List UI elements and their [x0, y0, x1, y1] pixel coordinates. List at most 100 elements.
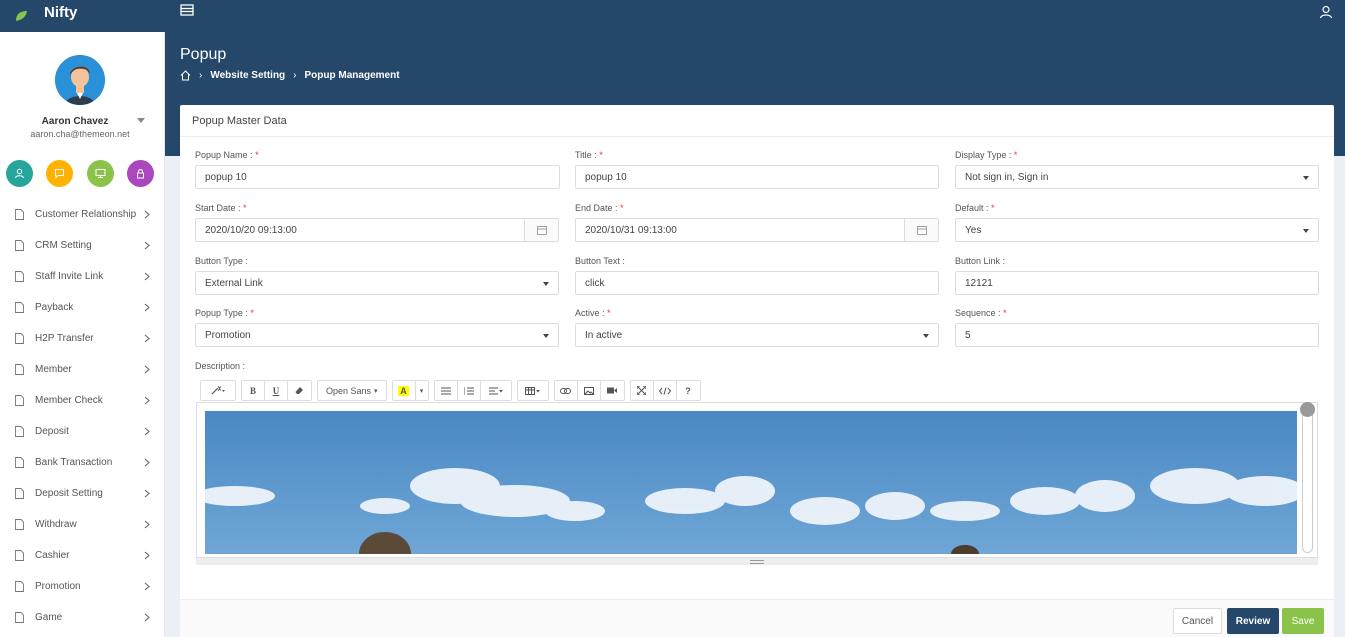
caret-down-icon — [1303, 176, 1309, 180]
description-label: Description : — [195, 361, 246, 371]
scrollbar-thumb[interactable] — [1300, 402, 1315, 417]
document-icon — [15, 240, 24, 251]
sidebar-item-label: Staff Invite Link — [35, 271, 104, 282]
save-button[interactable]: Save — [1282, 608, 1324, 634]
messages-shortcut-button[interactable] — [46, 160, 73, 187]
unordered-list-button[interactable] — [435, 381, 458, 400]
popup-type-select[interactable]: Promotion — [195, 323, 559, 347]
sidebar-item-deposit[interactable]: Deposit — [0, 416, 165, 447]
home-icon[interactable] — [180, 70, 191, 81]
chevron-right-icon — [144, 427, 150, 436]
brand[interactable]: Nifty — [0, 0, 165, 32]
sidebar-item-crm-setting[interactable]: CRM Setting — [0, 230, 165, 261]
document-icon — [15, 457, 24, 468]
sidebar-item-payback[interactable]: Payback — [0, 292, 165, 323]
user-name[interactable]: Aaron Chavez — [0, 116, 150, 127]
calendar-button[interactable] — [904, 219, 938, 241]
sidebar-item-promotion[interactable]: Promotion — [0, 571, 165, 602]
sidebar-item-label: Customer Relationship — [35, 209, 137, 220]
button-type-value: External Link — [205, 277, 263, 289]
insert-video-button[interactable] — [601, 381, 624, 400]
breadcrumb-website-setting[interactable]: Website Setting — [210, 70, 285, 81]
color-dropdown-button[interactable]: ▾ — [416, 381, 428, 400]
document-icon — [15, 581, 24, 592]
monitor-shortcut-button[interactable] — [87, 160, 114, 187]
active-value: In active — [585, 329, 623, 341]
highlight-color-button[interactable]: A — [393, 381, 416, 400]
sidebar: Aaron Chavez aaron.cha@themeon.net Custo… — [0, 32, 165, 637]
start-date-input[interactable]: 2020/10/20 09:13:00 — [195, 218, 559, 242]
chevron-right-icon — [144, 551, 150, 560]
chevron-right-icon — [144, 520, 150, 529]
user-menu-icon[interactable] — [1319, 5, 1333, 19]
resize-grip-icon[interactable] — [750, 560, 764, 564]
menu-toggle-icon[interactable] — [180, 4, 194, 16]
sidebar-item-withdraw[interactable]: Withdraw — [0, 509, 165, 540]
eraser-button[interactable] — [288, 381, 311, 400]
table-dropdown[interactable] — [518, 381, 548, 400]
end-date-input[interactable]: 2020/10/31 09:13:00 — [575, 218, 939, 242]
fullscreen-button[interactable] — [631, 381, 654, 400]
button-link-label: Button Link : — [955, 256, 1006, 266]
review-button[interactable]: Review — [1227, 608, 1279, 634]
sidebar-item-customer-relationship[interactable]: Customer Relationship — [0, 199, 165, 230]
monitor-icon — [95, 169, 106, 178]
chevron-right-icon — [144, 272, 150, 281]
default-label: Default : * — [955, 203, 995, 213]
help-button[interactable]: ? — [677, 381, 700, 400]
profile-shortcut-button[interactable] — [6, 160, 33, 187]
eraser-icon — [295, 387, 303, 394]
chevron-right-icon: › — [293, 70, 297, 81]
button-text-input[interactable]: click — [575, 271, 939, 295]
caret-down-icon[interactable] — [137, 118, 145, 123]
document-icon — [15, 426, 24, 437]
cancel-button[interactable]: Cancel — [1173, 608, 1222, 634]
insert-link-button[interactable] — [555, 381, 578, 400]
chat-icon — [55, 169, 64, 179]
sidebar-item-member[interactable]: Member — [0, 354, 165, 385]
paragraph-align-dropdown[interactable] — [481, 381, 511, 400]
document-icon — [15, 395, 24, 406]
sequence-input[interactable]: 5 — [955, 323, 1319, 347]
font-family-dropdown[interactable]: Open Sans ▾ — [318, 381, 386, 400]
sidebar-item-label: Promotion — [35, 581, 81, 592]
avatar[interactable] — [55, 55, 105, 105]
editor-resize-bar[interactable] — [196, 557, 1318, 565]
button-link-input[interactable]: 12121 — [955, 271, 1319, 295]
sidebar-item-staff-invite-link[interactable]: Staff Invite Link — [0, 261, 165, 292]
sidebar-item-game[interactable]: Game — [0, 602, 165, 633]
sidebar-item-member-check[interactable]: Member Check — [0, 385, 165, 416]
sidebar-item-label: Deposit Setting — [35, 488, 103, 499]
display-type-select[interactable]: Not sign in, Sign in — [955, 165, 1319, 189]
sidebar-item-label: H2P Transfer — [35, 333, 94, 344]
table-icon — [525, 386, 541, 395]
text-color-icon: A — [398, 385, 409, 396]
popup-name-input[interactable]: popup 10 — [195, 165, 560, 189]
code-icon — [658, 386, 671, 395]
ordered-list-button[interactable] — [458, 381, 481, 400]
bold-button[interactable]: B — [242, 381, 265, 400]
popup-type-label: Popup Type : * — [195, 308, 254, 318]
caret-down-icon — [543, 334, 549, 338]
title-input[interactable]: popup 10 — [575, 165, 939, 189]
code-view-button[interactable] — [654, 381, 677, 400]
calendar-button[interactable] — [524, 219, 558, 241]
button-type-select[interactable]: External Link — [195, 271, 559, 295]
magic-style-button[interactable] — [201, 381, 235, 400]
description-editor[interactable] — [196, 402, 1318, 562]
lock-shortcut-button[interactable] — [127, 160, 154, 187]
sidebar-item-deposit-setting[interactable]: Deposit Setting — [0, 478, 165, 509]
sidebar-item-cashier[interactable]: Cashier — [0, 540, 165, 571]
document-icon — [15, 488, 24, 499]
underline-button[interactable]: U — [265, 381, 288, 400]
active-select[interactable]: In active — [575, 323, 939, 347]
insert-image-button[interactable] — [578, 381, 601, 400]
chevron-right-icon — [144, 489, 150, 498]
default-select[interactable]: Yes — [955, 218, 1319, 242]
sidebar-item-bank-transaction[interactable]: Bank Transaction — [0, 447, 165, 478]
list-icon — [440, 387, 451, 394]
sidebar-item-h2p-transfer[interactable]: H2P Transfer — [0, 323, 165, 354]
document-icon — [15, 209, 24, 220]
editor-scrollbar[interactable] — [1300, 402, 1315, 553]
sidebar-item-label: Deposit — [35, 426, 69, 437]
